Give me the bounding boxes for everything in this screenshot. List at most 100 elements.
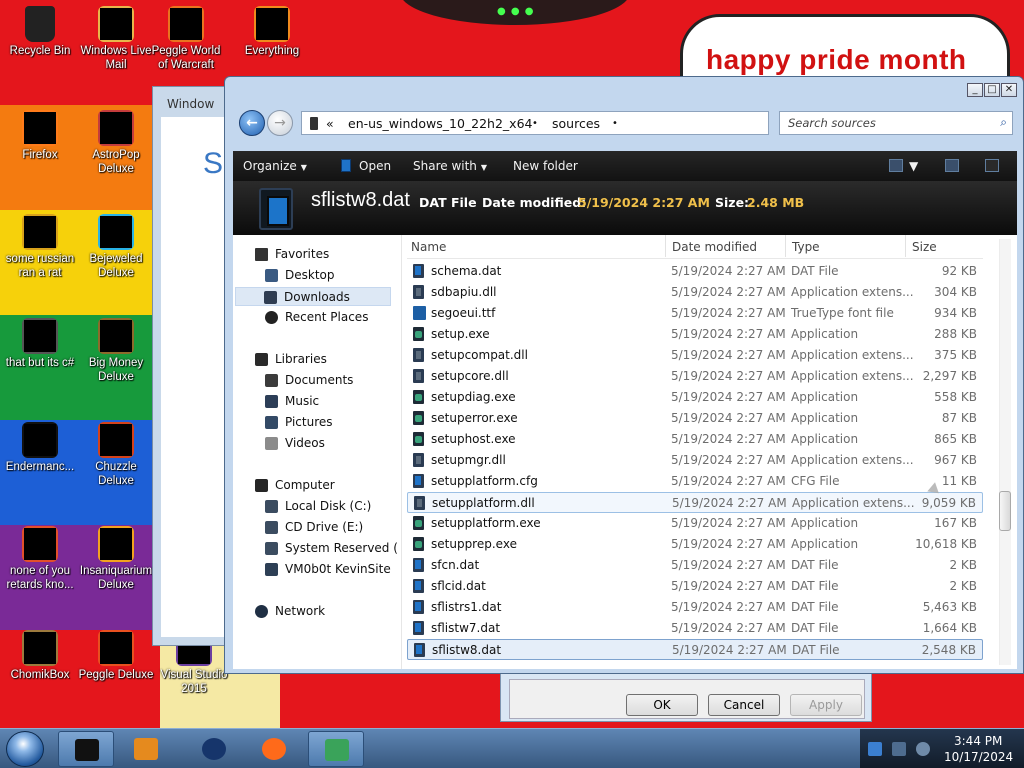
desktop-icon-item[interactable]: Chuzzle Deluxe — [76, 422, 156, 488]
nav-cd-drive-label: CD Drive (E:) — [285, 520, 364, 534]
column-header-name[interactable]: Name — [411, 240, 446, 254]
desktop-icon-item[interactable]: Firefox — [0, 110, 80, 162]
nav-libraries[interactable]: Libraries — [255, 350, 401, 369]
file-row[interactable]: setupcompat.dll 5/19/2024 2:27 AM Applicat… — [407, 345, 983, 366]
nav-computer[interactable]: Computer — [255, 476, 401, 495]
desktop-icon-item[interactable]: Bejeweled Deluxe — [76, 214, 156, 280]
file-row[interactable]: sfcn.dat 5/19/2024 2:27 AM DAT File 2 KB — [407, 555, 983, 576]
file-row[interactable]: sflistw7.dat 5/19/2024 2:27 AM DAT File 1,6… — [407, 618, 983, 639]
taskbar-button[interactable] — [58, 731, 114, 767]
breadcrumb-item-sources[interactable]: sources — [552, 116, 600, 131]
cancel-button[interactable]: Cancel — [708, 694, 780, 716]
new-folder-button[interactable]: New folder — [513, 159, 578, 173]
search-box[interactable]: ⌕ — [779, 111, 1013, 135]
taskbar-button[interactable] — [308, 731, 364, 767]
address-bar[interactable]: « en-us_windows_10_22h2_x64 • sources • … — [301, 111, 822, 137]
organize-menu[interactable]: Organize ▼ — [243, 159, 307, 173]
help-icon[interactable] — [985, 159, 999, 172]
file-row[interactable]: schema.dat 5/19/2024 2:27 AM DAT File 92 KB — [407, 261, 983, 282]
nav-pictures[interactable]: Pictures — [265, 413, 401, 432]
start-button[interactable] — [6, 731, 44, 767]
nav-desktop[interactable]: Desktop — [265, 266, 401, 285]
nav-favorites[interactable]: Favorites — [255, 245, 401, 264]
file-row[interactable]: setupdiag.exe 5/19/2024 2:27 AM Applicatio… — [407, 387, 983, 408]
column-divider[interactable] — [785, 235, 786, 257]
desktop-icon-item[interactable]: Windows Live Mail — [76, 6, 156, 72]
column-header-date[interactable]: Date modified — [672, 240, 757, 254]
clock-time[interactable]: 3:44 PM — [954, 734, 1002, 748]
file-row[interactable]: setupplatform.dll 5/19/2024 2:27 AM Applic… — [407, 492, 983, 513]
file-row[interactable]: sdbapiu.dll 5/19/2024 2:27 AM Application … — [407, 282, 983, 303]
file-row[interactable]: sflistw8.dat 5/19/2024 2:27 AM DAT File 2,5… — [407, 639, 983, 660]
column-header-size[interactable]: Size — [912, 240, 937, 254]
chevron-down-icon[interactable]: ▼ — [909, 159, 918, 173]
column-header-type[interactable]: Type — [792, 240, 820, 254]
drive-icon — [265, 500, 278, 513]
file-row[interactable]: setupplatform.exe 5/19/2024 2:27 AM Applic… — [407, 513, 983, 534]
desktop-icon-item[interactable]: Insaniquarium Deluxe — [76, 526, 156, 592]
back-button[interactable]: ← — [239, 110, 265, 136]
desktop-icon-item[interactable]: none of you retards kno... — [0, 526, 80, 592]
action-center-icon[interactable] — [868, 742, 882, 756]
file-row[interactable]: setupmgr.dll 5/19/2024 2:27 AM Application… — [407, 450, 983, 471]
desktop-icon-item[interactable]: Everything — [232, 6, 312, 58]
clock-date[interactable]: 10/17/2024 — [944, 750, 1013, 764]
open-button[interactable]: Open — [359, 159, 391, 173]
taskbar-button[interactable] — [246, 731, 302, 767]
file-row[interactable]: setuperror.exe 5/19/2024 2:27 AM Applicati… — [407, 408, 983, 429]
taskbar-button[interactable] — [118, 731, 174, 767]
share-with-menu[interactable]: Share with ▼ — [413, 159, 487, 173]
breadcrumb-separator[interactable]: • — [532, 118, 538, 129]
forward-button[interactable]: → — [267, 110, 293, 136]
nav-local-disk[interactable]: Local Disk (C:) — [265, 497, 401, 516]
desktop-icon-item[interactable]: Peggle World of Warcraft — [146, 6, 226, 72]
apply-button[interactable]: Apply — [790, 694, 862, 716]
maximize-button[interactable]: □ — [984, 83, 1000, 97]
file-row[interactable]: setupprep.exe 5/19/2024 2:27 AM Applicatio… — [407, 534, 983, 555]
desktop-icon-item[interactable]: that but its c# — [0, 318, 80, 370]
desktop-icon-item[interactable]: some russian ran a rat — [0, 214, 80, 280]
scrollbar-thumb[interactable] — [999, 491, 1011, 531]
desktop-icon-item[interactable]: Recycle Bin — [0, 6, 80, 58]
desktop-icon-item[interactable]: AstroPop Deluxe — [76, 110, 156, 176]
network-tray-icon[interactable] — [892, 742, 906, 756]
file-date-modified: 5/19/2024 2:27 AM — [671, 453, 786, 467]
volume-icon[interactable] — [916, 742, 930, 756]
scrollbar-track[interactable] — [999, 239, 1011, 665]
desktop-icon-item[interactable]: ChomikBox — [0, 630, 80, 682]
nav-music[interactable]: Music — [265, 392, 401, 411]
nav-downloads[interactable]: Downloads — [235, 287, 391, 306]
peggle-icon — [98, 630, 134, 666]
desktop-icon-item[interactable]: Peggle Deluxe — [76, 630, 156, 682]
column-divider[interactable] — [665, 235, 666, 257]
nav-network[interactable]: Network — [255, 602, 401, 621]
nav-vm-share[interactable]: VM0b0t KevinSite — [265, 560, 401, 579]
desktop-icon-item[interactable]: Endermanc... — [0, 422, 80, 474]
nav-recent-places[interactable]: Recent Places — [265, 308, 401, 327]
nav-videos[interactable]: Videos — [265, 434, 401, 453]
search-input[interactable] — [780, 112, 990, 134]
nav-documents[interactable]: Documents — [265, 371, 401, 390]
breadcrumb-overflow[interactable]: « — [326, 116, 334, 131]
file-row[interactable]: setup.exe 5/19/2024 2:27 AM Application 288… — [407, 324, 983, 345]
column-divider[interactable] — [905, 235, 906, 257]
file-row[interactable]: setuphost.exe 5/19/2024 2:27 AM Applicatio… — [407, 429, 983, 450]
ok-button[interactable]: OK — [626, 694, 698, 716]
file-row[interactable]: segoeui.ttf 5/19/2024 2:27 AM TrueType fon… — [407, 303, 983, 324]
breadcrumb-item-root[interactable]: en-us_windows_10_22h2_x64 — [348, 116, 533, 131]
vertical-scrollbar[interactable] — [983, 235, 1017, 669]
minimize-button[interactable]: _ — [967, 83, 983, 97]
breadcrumb-separator[interactable]: • — [612, 118, 618, 129]
taskbar-button[interactable] — [186, 731, 242, 767]
nav-system-reserved[interactable]: System Reserved (F:) — [265, 539, 399, 558]
preview-pane-icon[interactable] — [945, 159, 959, 172]
close-button[interactable]: ✕ — [1001, 83, 1017, 97]
nav-cd-drive[interactable]: CD Drive (E:) — [265, 518, 401, 537]
file-row[interactable]: setupplatform.cfg 5/19/2024 2:27 AM CFG Fi… — [407, 471, 983, 492]
change-view-icon[interactable] — [889, 159, 903, 172]
file-row[interactable]: sflistrs1.dat 5/19/2024 2:27 AM DAT File 5,… — [407, 597, 983, 618]
file-row[interactable]: sflcid.dat 5/19/2024 2:27 AM DAT File 2 KB — [407, 576, 983, 597]
desktop-icon-item[interactable]: Big Money Deluxe — [76, 318, 156, 384]
file-row[interactable]: setupcore.dll 5/19/2024 2:27 AM Applicatio… — [407, 366, 983, 387]
search-icon[interactable]: ⌕ — [1000, 115, 1007, 130]
